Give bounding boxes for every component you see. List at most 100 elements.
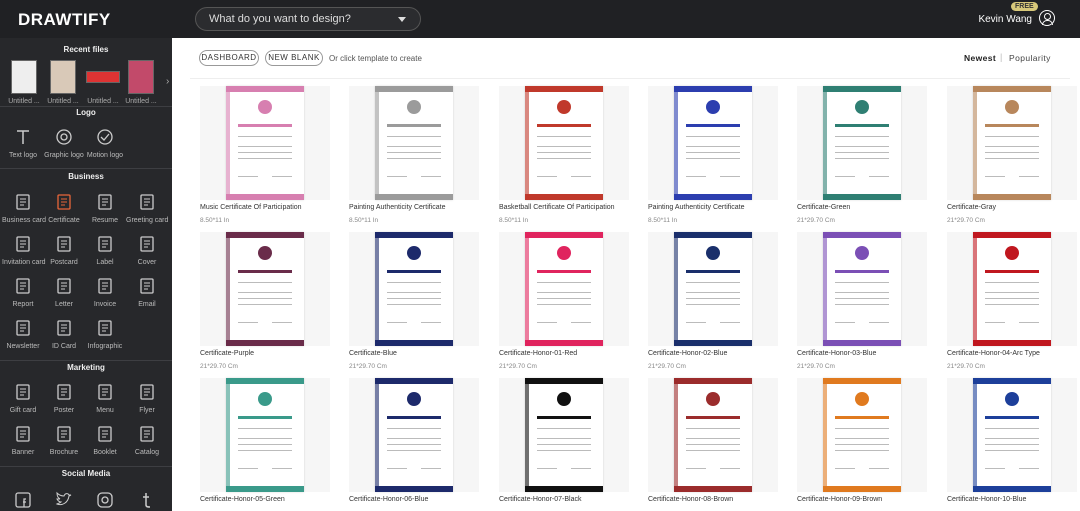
- dashboard-button[interactable]: DASHBOARD: [199, 50, 259, 66]
- tool-item[interactable]: Letter: [43, 277, 85, 308]
- tool-item[interactable]: Invoice: [84, 277, 126, 308]
- template-thumbnail[interactable]: [648, 86, 778, 200]
- recent-file-thumb[interactable]: [50, 60, 76, 94]
- tool-item[interactable]: Gift card: [2, 383, 44, 414]
- tool-label: Cover: [137, 259, 157, 266]
- template-thumbnail[interactable]: [200, 378, 330, 492]
- template-thumbnail[interactable]: [200, 232, 330, 346]
- template-thumbnail[interactable]: [648, 232, 778, 346]
- section-title-marketing: Marketing: [67, 363, 105, 372]
- certificate-preview: [674, 232, 752, 346]
- template-size: 21*29.70 Cm: [947, 217, 985, 224]
- template-thumbnail[interactable]: [499, 86, 629, 200]
- certificate-preview: [823, 232, 901, 346]
- design-search-dropdown[interactable]: What do you want to design?: [195, 7, 421, 31]
- template-thumbnail[interactable]: [797, 378, 927, 492]
- template-name: Certificate-Honor-08-Brown: [648, 496, 734, 503]
- template-thumbnail[interactable]: [797, 86, 927, 200]
- recent-file-label: Untitled ...: [87, 98, 119, 105]
- certificate-preview: [973, 378, 1051, 492]
- tumblr-icon: [143, 493, 151, 508]
- tool-item[interactable]: Certificate: [43, 193, 85, 224]
- tool-label: Label: [96, 259, 114, 266]
- tool-label: Certificate: [48, 217, 80, 224]
- tool-icon: [57, 320, 71, 336]
- tool-text-logo[interactable]: Text logo: [2, 128, 44, 159]
- tool-item[interactable]: Report: [2, 277, 44, 308]
- tool-item[interactable]: Greeting card: [126, 193, 168, 224]
- tool-icon: [16, 236, 30, 252]
- tool-tumblr[interactable]: [126, 491, 168, 509]
- tool-label: Report: [12, 301, 34, 308]
- certificate-preview: [375, 378, 453, 492]
- template-name: Painting Authenticity Certificate: [648, 204, 745, 211]
- recent-file-thumb[interactable]: [128, 60, 154, 94]
- facebook-icon: [15, 492, 31, 508]
- template-name: Certificate-Blue: [349, 350, 397, 357]
- tool-item[interactable]: Postcard: [43, 235, 85, 266]
- tool-item[interactable]: Label: [84, 235, 126, 266]
- template-thumbnail[interactable]: [648, 378, 778, 492]
- tool-facebook[interactable]: [2, 491, 44, 509]
- template-thumbnail[interactable]: [797, 232, 927, 346]
- template-thumbnail[interactable]: [947, 378, 1077, 492]
- tool-label: Flyer: [139, 407, 155, 414]
- tool-item[interactable]: Email: [126, 277, 168, 308]
- tool-item[interactable]: Poster: [43, 383, 85, 414]
- sort-separator: |: [1000, 52, 1003, 62]
- tool-item[interactable]: Booklet: [84, 425, 126, 456]
- user-account-icon[interactable]: [1039, 10, 1055, 26]
- tool-item[interactable]: Catalog: [126, 425, 168, 456]
- certificate-preview: [823, 378, 901, 492]
- tool-item[interactable]: Business card: [2, 193, 46, 224]
- tool-label: Poster: [53, 407, 75, 414]
- tool-item[interactable]: Flyer: [126, 383, 168, 414]
- template-thumbnail[interactable]: [200, 86, 330, 200]
- template-name: Certificate-Honor-03-Blue: [797, 350, 877, 357]
- sort-popularity[interactable]: Popularity: [1009, 53, 1051, 63]
- template-thumbnail[interactable]: [947, 86, 1077, 200]
- divider: [0, 466, 172, 467]
- text-logo-icon: [17, 130, 29, 144]
- template-thumbnail[interactable]: [499, 378, 629, 492]
- recent-file-thumb[interactable]: [11, 60, 37, 94]
- tool-item[interactable]: Menu: [84, 383, 126, 414]
- tool-item[interactable]: Infographic: [84, 319, 126, 350]
- tool-graphic-logo[interactable]: Graphic logo: [43, 128, 85, 159]
- tool-item[interactable]: ID Card: [43, 319, 85, 350]
- user-name[interactable]: Kevin Wang: [978, 14, 1032, 25]
- twitter-icon: [55, 491, 72, 506]
- tool-item[interactable]: Resume: [84, 193, 126, 224]
- sort-newest[interactable]: Newest: [964, 53, 996, 63]
- template-thumbnail[interactable]: [499, 232, 629, 346]
- tool-icon: [16, 194, 30, 210]
- divider: [190, 78, 1070, 79]
- chevron-down-icon: [398, 17, 406, 22]
- tool-label: Newsletter: [6, 343, 40, 350]
- tool-twitter[interactable]: [43, 491, 85, 509]
- template-thumbnail[interactable]: [349, 86, 479, 200]
- tool-item[interactable]: Cover: [126, 235, 168, 266]
- template-size: 21*29.70 Cm: [797, 217, 835, 224]
- template-size: 21*29.70 Cm: [797, 363, 835, 370]
- recent-file-thumb[interactable]: [86, 71, 120, 83]
- tool-motion-logo[interactable]: Motion logo: [84, 128, 126, 159]
- tool-item[interactable]: Newsletter: [2, 319, 44, 350]
- tool-item[interactable]: Banner: [2, 425, 44, 456]
- certificate-preview: [226, 86, 304, 200]
- template-name: Certificate-Gray: [947, 204, 997, 211]
- template-thumbnail[interactable]: [947, 232, 1077, 346]
- template-size: 8.50*11 In: [349, 217, 379, 224]
- template-name: Painting Authenticity Certificate: [349, 204, 446, 211]
- tool-instagram[interactable]: [84, 491, 126, 509]
- tool-label: Invitation card: [2, 259, 46, 266]
- tool-item[interactable]: Brochure: [43, 425, 85, 456]
- tool-item[interactable]: Invitation card: [2, 235, 46, 266]
- new-blank-button[interactable]: NEW BLANK: [265, 50, 323, 66]
- template-thumbnail[interactable]: [349, 378, 479, 492]
- chevron-right-icon[interactable]: ›: [166, 76, 169, 87]
- template-thumbnail[interactable]: [349, 232, 479, 346]
- template-name: Certificate-Green: [797, 204, 851, 211]
- app-logo[interactable]: DRAWTIFY: [18, 10, 111, 30]
- template-name: Certificate-Honor-07-Black: [499, 496, 582, 503]
